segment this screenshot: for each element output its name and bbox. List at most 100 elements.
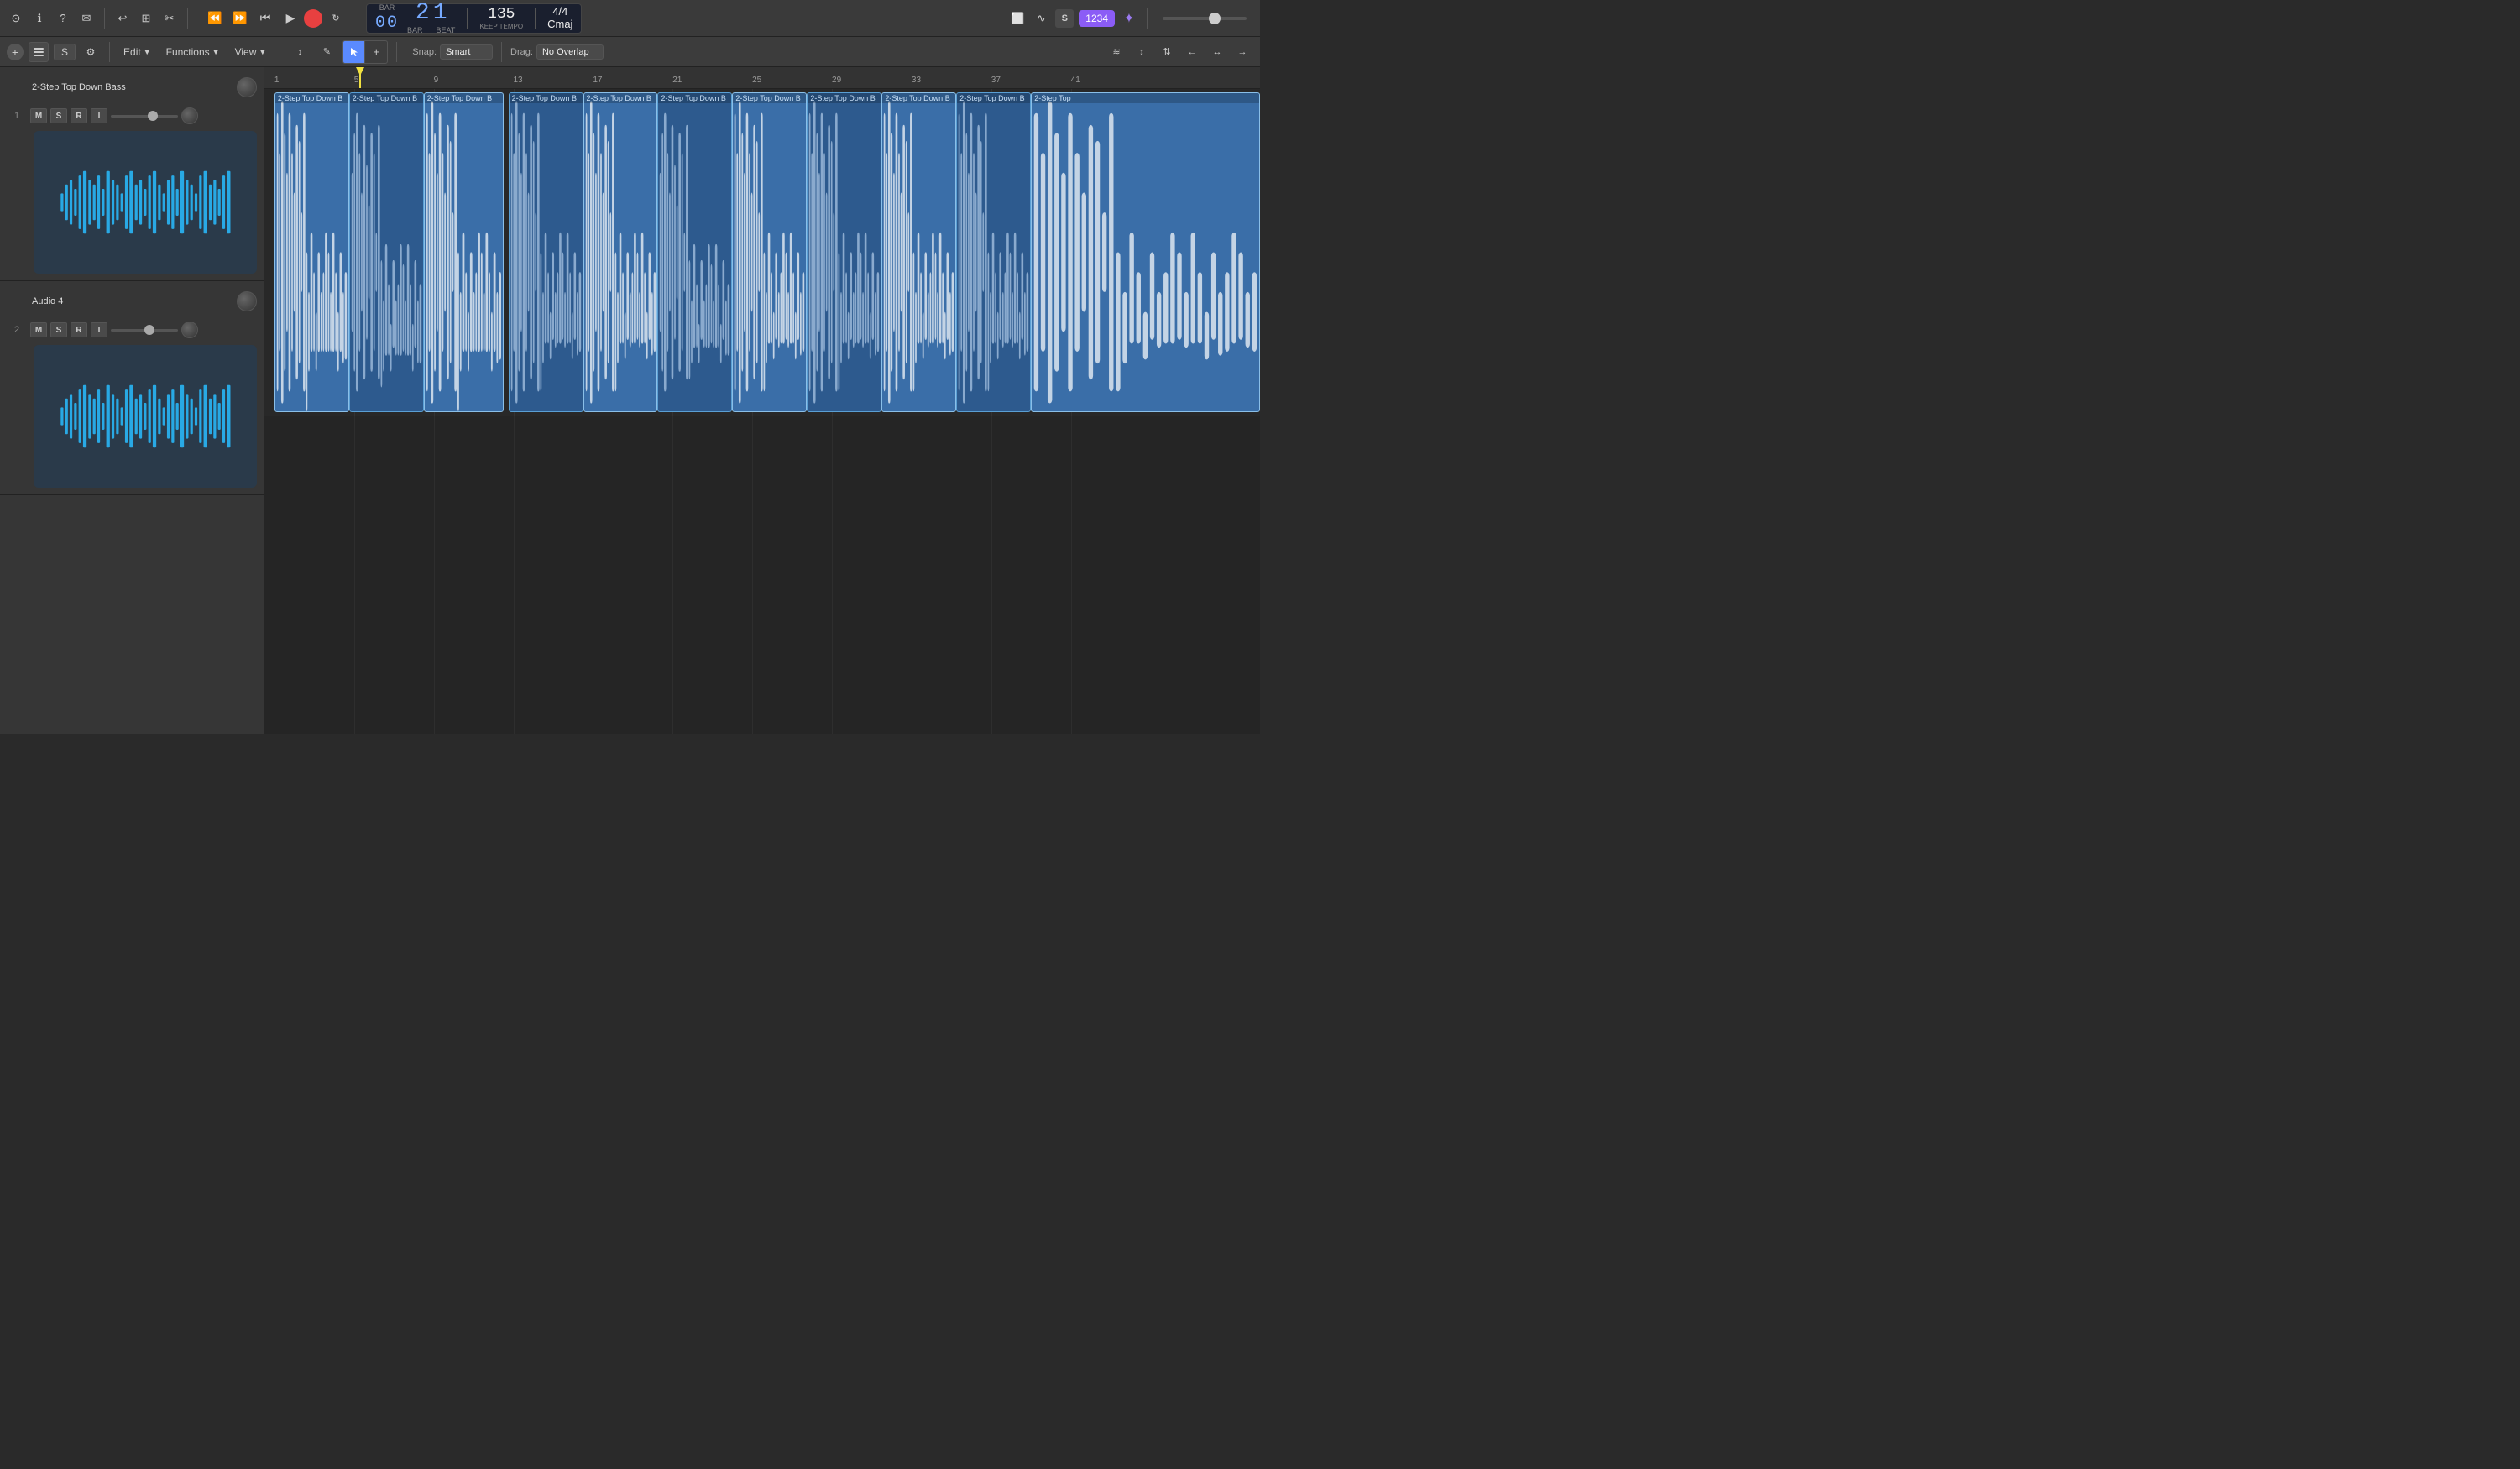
- ruler-mark-25: 25: [752, 76, 761, 85]
- track-buttons-1: 1 M S R I: [0, 107, 264, 128]
- region-waveform-2: [350, 93, 423, 411]
- info-icon[interactable]: ℹ: [30, 9, 49, 28]
- divider-2: [187, 8, 188, 29]
- audio-region-8[interactable]: 2-Step Top Down B: [807, 92, 881, 412]
- solo-button-2[interactable]: S: [50, 322, 67, 337]
- audio-region-7[interactable]: 2-Step Top Down B: [732, 92, 807, 412]
- track-list-button[interactable]: [29, 42, 49, 62]
- solo-button[interactable]: S: [54, 44, 76, 60]
- track-knob-2[interactable]: [237, 291, 257, 311]
- add-track-button[interactable]: +: [7, 44, 24, 60]
- pan-knob-1[interactable]: [181, 107, 198, 124]
- plus-tool-button[interactable]: +: [365, 41, 387, 63]
- drag-select[interactable]: No Overlap Overlap X-Fade: [536, 44, 604, 60]
- tempo-value: 135: [488, 6, 515, 23]
- tracks-content: 2-Step Top Down B: [264, 89, 1260, 734]
- edit-menu[interactable]: Edit ▼: [118, 44, 156, 60]
- transport-controls: ⏪ ⏩ ⏮ ▶ ↻: [203, 7, 348, 30]
- functions-menu[interactable]: Functions ▼: [161, 44, 225, 60]
- eraser-icon[interactable]: ⬜: [1008, 9, 1027, 28]
- waveform-tool-button[interactable]: ≋: [1106, 41, 1127, 63]
- pointer-tool-group: +: [342, 40, 388, 64]
- mute-button-2[interactable]: M: [30, 322, 47, 337]
- solo-button-1[interactable]: S: [50, 108, 67, 123]
- view-label: View: [235, 46, 257, 58]
- region-title-7: 2-Step Top Down B: [733, 93, 806, 103]
- record-arm-button-1[interactable]: R: [71, 108, 87, 123]
- track-controls-2: Audio 4: [0, 281, 264, 322]
- mode-1234-button[interactable]: 1234: [1079, 10, 1115, 27]
- master-volume-slider[interactable]: [1163, 17, 1247, 20]
- audio-region-11[interactable]: 2-Step Top: [1031, 92, 1260, 412]
- audio-region-6[interactable]: 2-Step Top Down B: [657, 92, 732, 412]
- audio-region-4[interactable]: 2-Step Top Down B: [509, 92, 583, 412]
- grid-line-2-41: [1071, 416, 1072, 734]
- mute-button-1[interactable]: M: [30, 108, 47, 123]
- ruler-mark-33: 33: [912, 76, 921, 85]
- audio-region-3[interactable]: 2-Step Top Down B: [424, 92, 504, 412]
- align-tool-button[interactable]: ↕: [1131, 41, 1153, 63]
- mixer-icon[interactable]: ⊞: [137, 9, 155, 28]
- track-thumbnail-1: [34, 131, 257, 274]
- brush-icon[interactable]: ∿: [1032, 9, 1050, 28]
- snap-control: Snap: Smart Bar Beat Division: [412, 44, 493, 60]
- waveform-thumb-2: [56, 359, 235, 473]
- record-arm-button-2[interactable]: R: [71, 322, 87, 337]
- play-button[interactable]: ▶: [279, 7, 302, 30]
- edit-chevron: ▼: [144, 48, 151, 56]
- settings-button[interactable]: ⚙: [81, 42, 101, 62]
- audio-region-2[interactable]: 2-Step Top Down B: [349, 92, 424, 412]
- transform-tool-button[interactable]: ↕: [289, 41, 311, 63]
- volume-slider-1[interactable]: [111, 115, 178, 118]
- input-monitor-button-2[interactable]: I: [91, 322, 107, 337]
- rewind-button[interactable]: ⏪: [203, 7, 227, 30]
- audio-region-1[interactable]: 2-Step Top Down B: [274, 92, 349, 412]
- beat-label: BEAT: [437, 26, 456, 34]
- expand-h-right-button[interactable]: →: [1231, 41, 1253, 63]
- track-num-label-1: 1: [7, 111, 27, 121]
- grid-line-2-25: [752, 416, 753, 734]
- view-menu[interactable]: View ▼: [230, 44, 272, 60]
- cycle-button[interactable]: ↻: [324, 7, 348, 30]
- back-to-start-button[interactable]: ⏮: [254, 7, 277, 30]
- help-icon[interactable]: ?: [54, 9, 72, 28]
- beat-bar-col: 2 1 BAR BEAT: [407, 0, 455, 36]
- audio-region-9[interactable]: 2-Step Top Down B: [881, 92, 956, 412]
- star-icon[interactable]: ✦: [1120, 9, 1138, 28]
- s-icon[interactable]: S: [1055, 9, 1074, 28]
- ruler-mark-9: 9: [434, 76, 439, 85]
- expand-v-button[interactable]: ⇅: [1156, 41, 1178, 63]
- snap-select[interactable]: Smart Bar Beat Division: [440, 44, 493, 60]
- record-button[interactable]: [304, 9, 322, 28]
- region-waveform-3: [425, 93, 503, 411]
- track-knob-1[interactable]: [237, 77, 257, 97]
- track-item-2: Audio 4 2 M S R I: [0, 281, 264, 495]
- region-title-3: 2-Step Top Down B: [425, 93, 503, 103]
- audio-region-5[interactable]: 2-Step Top Down B: [583, 92, 658, 412]
- pointer-tool-button[interactable]: [343, 41, 365, 63]
- track-name-2: Audio 4: [32, 296, 232, 306]
- region-title-4: 2-Step Top Down B: [510, 93, 583, 103]
- audio-region-10[interactable]: 2-Step Top Down B: [956, 92, 1031, 412]
- playhead-arrow: [356, 67, 364, 76]
- region-title-9: 2-Step Top Down B: [882, 93, 955, 103]
- expand-h-left-button[interactable]: ←: [1181, 41, 1203, 63]
- expand-h-button[interactable]: ↔: [1206, 41, 1228, 63]
- track-row-2: [264, 416, 1260, 734]
- mail-icon[interactable]: ✉: [77, 9, 96, 28]
- grid-line-2-21: [672, 416, 673, 734]
- playhead: [359, 67, 361, 88]
- pencil-tool-button[interactable]: ✎: [316, 41, 337, 63]
- input-monitor-button-1[interactable]: I: [91, 108, 107, 123]
- volume-slider-2[interactable]: [111, 329, 178, 332]
- undo-icon[interactable]: ↩: [113, 9, 132, 28]
- fast-forward-button[interactable]: ⏩: [228, 7, 252, 30]
- ruler-mark-21: 21: [672, 76, 682, 85]
- region-title-8: 2-Step Top Down B: [808, 93, 881, 103]
- waveform-thumb-1: [56, 145, 235, 259]
- scissors-icon[interactable]: ✂: [160, 9, 179, 28]
- capture-icon[interactable]: ⊙: [7, 9, 25, 28]
- timeline-area: 1 5 9 13 17 21 25 29 33 37 41: [264, 67, 1260, 734]
- pan-knob-2[interactable]: [181, 322, 198, 338]
- ruler-mark-29: 29: [832, 76, 841, 85]
